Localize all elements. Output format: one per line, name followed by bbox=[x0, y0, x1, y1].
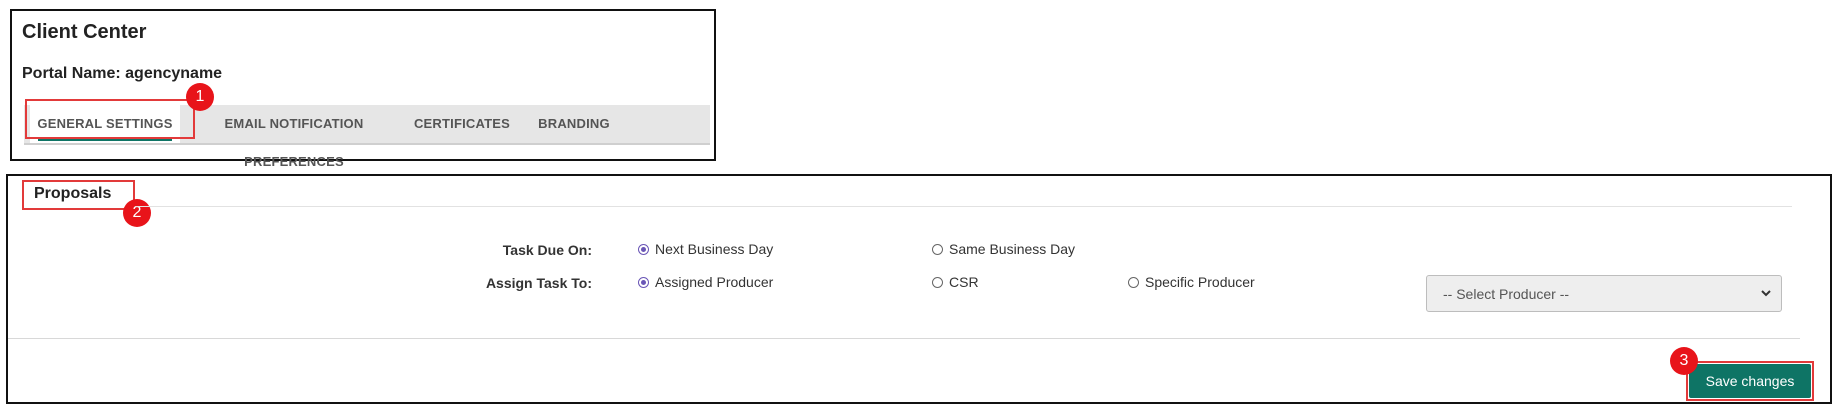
section-divider bbox=[135, 206, 1792, 207]
radio-unchecked-icon bbox=[932, 243, 943, 255]
radio-unchecked-icon bbox=[932, 276, 943, 288]
tab-label: EMAIL NOTIFICATION PREFERENCES bbox=[224, 116, 364, 169]
radio-checked-icon bbox=[638, 243, 649, 255]
radio-checked-icon bbox=[638, 276, 649, 288]
radio-label: CSR bbox=[949, 274, 979, 290]
radio-same-business-day[interactable]: Same Business Day bbox=[932, 241, 1075, 257]
tab-certificates[interactable]: CERTIFICATES bbox=[408, 105, 516, 143]
task-due-on-label: Task Due On: bbox=[502, 242, 592, 258]
portal-name: Portal Name: agencyname bbox=[22, 65, 223, 82]
callout-1-highlight bbox=[25, 99, 195, 139]
save-changes-button[interactable]: Save changes bbox=[1689, 364, 1811, 398]
producer-select[interactable]: -- Select Producer -- bbox=[1426, 275, 1782, 312]
radio-assigned-producer[interactable]: Assigned Producer bbox=[638, 274, 773, 290]
tab-email-notification-preferences[interactable]: EMAIL NOTIFICATION PREFERENCES bbox=[184, 105, 404, 169]
callout-badge-1: 1 bbox=[186, 83, 214, 111]
radio-label: Next Business Day bbox=[655, 241, 774, 257]
assign-task-to-label: Assign Task To: bbox=[485, 275, 592, 291]
tab-label: BRANDING bbox=[538, 116, 610, 131]
radio-label: Assigned Producer bbox=[655, 274, 774, 290]
callout-badge-2: 2 bbox=[123, 199, 151, 227]
radio-label: Specific Producer bbox=[1145, 274, 1255, 290]
chevron-down-icon bbox=[1761, 290, 1771, 297]
footer-divider bbox=[8, 338, 1800, 339]
section-title: Proposals bbox=[34, 185, 112, 202]
radio-csr[interactable]: CSR bbox=[932, 274, 979, 290]
page-title: Client Center bbox=[22, 21, 147, 43]
tab-branding[interactable]: BRANDING bbox=[524, 105, 624, 143]
radio-unchecked-icon bbox=[1128, 276, 1139, 288]
radio-specific-producer[interactable]: Specific Producer bbox=[1128, 274, 1255, 290]
callout-badge-3: 3 bbox=[1670, 347, 1698, 375]
radio-next-business-day[interactable]: Next Business Day bbox=[638, 241, 773, 257]
tab-label: CERTIFICATES bbox=[413, 116, 511, 131]
producer-select-value: -- Select Producer -- bbox=[1443, 285, 1570, 302]
radio-label: Same Business Day bbox=[949, 241, 1076, 257]
